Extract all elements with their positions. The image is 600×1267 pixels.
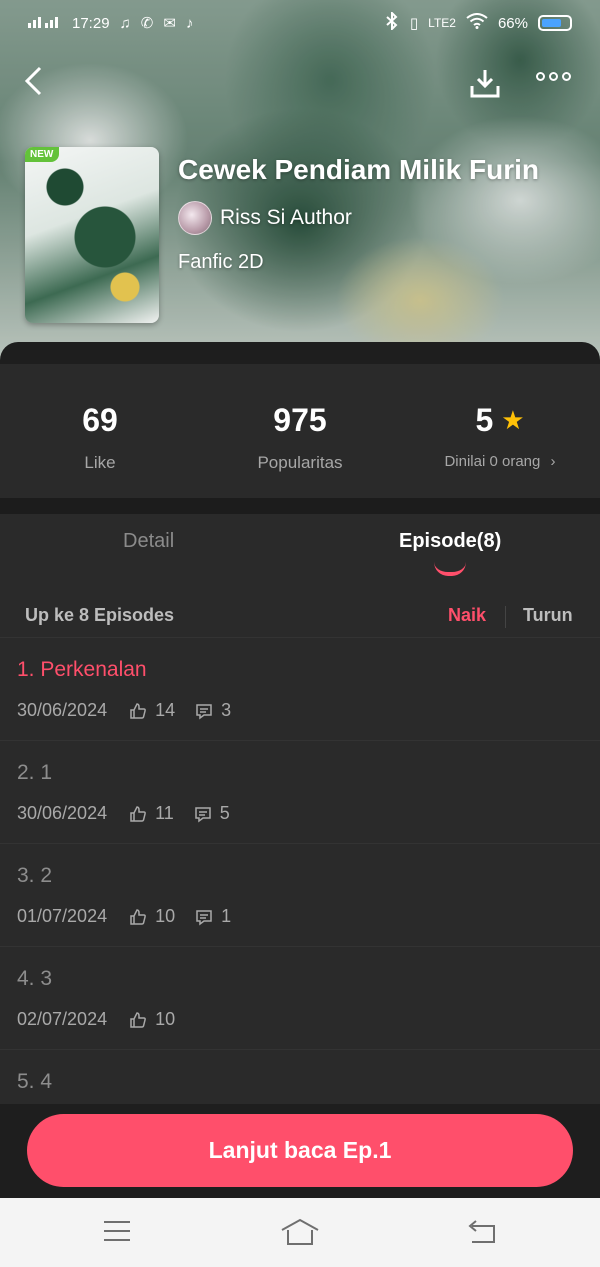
author-row[interactable]: Riss Si Author: [178, 201, 352, 235]
episode-title: 1. Perkenalan: [17, 658, 147, 681]
back-nav-icon[interactable]: [466, 1218, 498, 1246]
episode-meta: 02/07/2024 10: [17, 1009, 195, 1030]
stat-rating[interactable]: 5 ★ Dinilai 0 orang ›: [400, 364, 600, 498]
episode-likes: 11: [155, 803, 174, 823]
new-badge: NEW: [25, 147, 60, 162]
episode-comments: 5: [219, 803, 230, 823]
comment-icon: [196, 909, 212, 925]
tab-bar: Detail Episode(8): [0, 514, 600, 578]
genre-label: Fanfic 2D: [178, 251, 264, 273]
thumbs-up-icon: [130, 908, 146, 925]
stat-like: 69 Like: [0, 364, 200, 498]
chevron-right-icon: ›: [550, 453, 556, 470]
cta-bar: Lanjut baca Ep.1: [0, 1104, 600, 1198]
stat-popularity: 975 Popularitas: [200, 364, 400, 498]
home-icon[interactable]: [280, 1218, 320, 1246]
episode-date: 01/07/2024: [17, 906, 108, 926]
like-label: Like: [84, 453, 116, 472]
popularity-label: Popularitas: [257, 453, 343, 472]
episode-title: 5. 4: [17, 1070, 53, 1093]
episode-item[interactable]: 4. 3 02/07/2024 10: [0, 947, 600, 1050]
author-avatar: [178, 201, 212, 235]
stats-row: 69 Like 975 Popularitas 5 ★ Dinilai 0 or…: [0, 364, 600, 498]
content-sheet: 69 Like 975 Popularitas 5 ★ Dinilai 0 or…: [0, 342, 600, 1202]
thumbs-up-icon: [130, 1011, 146, 1028]
network-type: LTE2: [428, 16, 456, 30]
more-options-button[interactable]: [536, 72, 571, 81]
back-button[interactable]: [22, 64, 44, 106]
tab-episode[interactable]: Episode(8): [399, 530, 501, 553]
episode-likes: 10: [155, 906, 176, 926]
download-icon: [470, 70, 500, 98]
like-count: 69: [82, 402, 118, 438]
missed-call-icon: ✆: [140, 15, 154, 32]
rating-label-row: Dinilai 0 orang ›: [444, 453, 555, 470]
episode-meta: 30/06/2024 14 3: [17, 700, 251, 721]
episode-date: 30/06/2024: [17, 803, 108, 823]
thumbs-up-icon: [130, 702, 146, 719]
episode-item[interactable]: 3. 2 01/07/2024 10 1: [0, 844, 600, 947]
episode-list-header: Up ke 8 Episodes Naik Turun: [0, 594, 600, 638]
system-navigation-bar: [0, 1198, 600, 1267]
tab-detail[interactable]: Detail: [123, 530, 174, 553]
episode-meta: 01/07/2024 10 1: [17, 906, 251, 927]
episode-item[interactable]: 2. 1 30/06/2024 11 5: [0, 741, 600, 844]
episode-title: 3. 2: [17, 864, 53, 887]
bluetooth-icon: [384, 10, 400, 34]
episode-date: 30/06/2024: [17, 700, 108, 720]
menu-icon[interactable]: [102, 1218, 132, 1244]
episode-meta: 30/06/2024 11 5: [17, 803, 250, 824]
rating-value: 5: [475, 402, 494, 438]
signal-icon: [28, 14, 62, 32]
sort-descending-button[interactable]: Turun: [523, 605, 573, 626]
star-icon: ★: [501, 405, 525, 435]
download-button[interactable]: [468, 66, 502, 105]
episode-comments: 1: [221, 906, 232, 926]
mail-icon: ✉: [163, 15, 176, 32]
status-bar: 17:29 ♫ ✆ ✉ ♪ ▯ LTE2 66%: [0, 0, 600, 46]
episode-item[interactable]: 1. Perkenalan 30/06/2024 14 3: [0, 638, 600, 741]
episode-panel: Detail Episode(8) Up ke 8 Episodes Naik …: [0, 514, 600, 1202]
section-divider: [0, 498, 600, 514]
tiktok-icon: ♪: [185, 14, 194, 32]
rating-label: Dinilai 0 orang: [444, 453, 541, 470]
vibrate-icon: ▯: [409, 15, 419, 32]
active-tab-indicator: [434, 562, 466, 576]
battery-icon: [538, 15, 572, 31]
episode-count: Up ke 8 Episodes: [25, 605, 175, 625]
episode-title: 4. 3: [17, 967, 53, 990]
chevron-left-icon: [24, 66, 42, 96]
battery-percent: 66%: [497, 14, 528, 32]
comment-icon: [195, 806, 211, 822]
popularity-count: 975: [273, 402, 327, 438]
sort-divider: [505, 606, 506, 628]
rating-value-row: 5 ★: [475, 402, 524, 439]
episode-title: 2. 1: [17, 761, 53, 784]
episode-date: 02/07/2024: [17, 1009, 108, 1029]
author-name: Riss Si Author: [220, 206, 352, 229]
episode-likes: 10: [155, 1009, 176, 1029]
episode-likes: 14: [155, 700, 176, 720]
top-navigation: [0, 60, 600, 108]
episode-comments: 3: [221, 700, 232, 720]
status-time: 17:29: [72, 14, 110, 32]
thumbs-up-icon: [130, 805, 146, 822]
comic-title: Cewek Pendiam Milik Furin: [178, 154, 539, 185]
cover-image: NEW: [25, 147, 159, 323]
comment-icon: [196, 703, 212, 719]
sort-ascending-button[interactable]: Naik: [448, 605, 486, 626]
continue-reading-button[interactable]: Lanjut baca Ep.1: [27, 1114, 573, 1187]
wifi-icon: [466, 13, 488, 33]
music-icon: ♫: [119, 14, 131, 32]
